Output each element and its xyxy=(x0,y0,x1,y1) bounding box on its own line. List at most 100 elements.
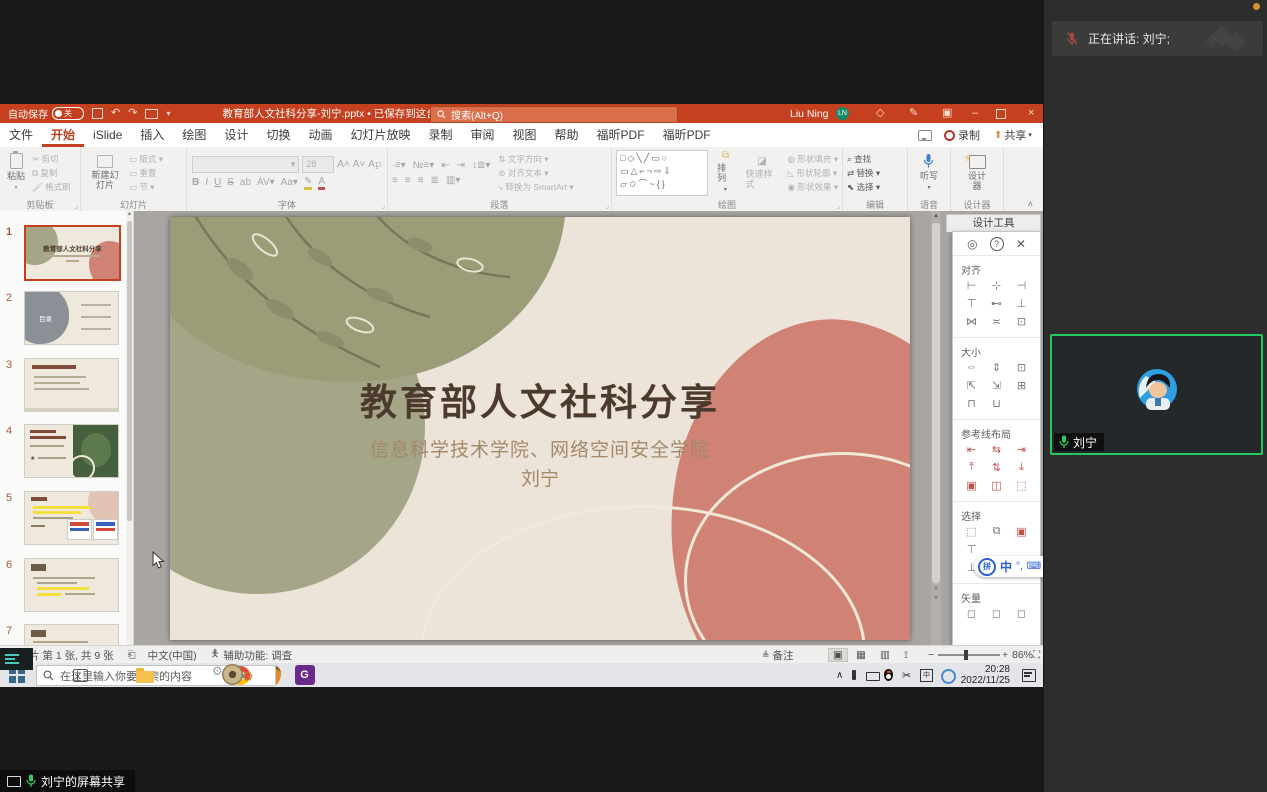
char-spacing-button[interactable]: AV▾ xyxy=(257,177,275,188)
avatar[interactable]: LN xyxy=(836,107,849,120)
tab-foxit-pdf-1[interactable]: 福昕PDF xyxy=(588,123,654,147)
normal-view-button[interactable]: ▣ xyxy=(828,648,848,662)
align-right-icon[interactable]: ⊣ xyxy=(1009,279,1034,297)
text-direction-button[interactable]: ⇅ 文字方向 ▾ xyxy=(498,153,573,165)
notification-center-icon[interactable] xyxy=(1022,669,1036,682)
screen-share-indicator[interactable]: 刘宁的屏幕共享 xyxy=(0,770,135,792)
guide-left-icon[interactable]: ⇤ xyxy=(959,443,984,461)
shrink-font-icon[interactable]: A˅ xyxy=(353,159,366,170)
select-button[interactable]: ⬉ 选择 ▾ xyxy=(847,181,880,193)
cut-button[interactable]: ✂ 剪切 xyxy=(32,153,71,165)
ribbon-display-icon[interactable]: ▣ xyxy=(942,104,952,123)
zoom-in-button[interactable]: + xyxy=(1002,649,1008,661)
participant-video-tile[interactable]: 刘宁 xyxy=(1050,334,1263,455)
select-special-icon[interactable]: ▣ xyxy=(1009,525,1034,543)
slide-6-thumbnail[interactable] xyxy=(24,558,119,612)
justify-button[interactable]: ≣ xyxy=(431,175,439,186)
find-button[interactable]: ⌕ 查找 xyxy=(847,153,880,165)
tab-home[interactable]: 开始 xyxy=(42,123,84,147)
align-left-icon[interactable]: ⊢ xyxy=(959,279,984,297)
fit-top-icon[interactable]: ⊓ xyxy=(959,397,984,415)
collapse-ribbon-icon[interactable]: ˄ xyxy=(1028,199,1033,209)
record-button[interactable]: 录制 xyxy=(944,127,980,143)
outdent-button[interactable]: ⇤ xyxy=(441,160,449,171)
language-indicator[interactable]: 中文(中国) xyxy=(148,648,197,663)
meeting-dock-icon[interactable] xyxy=(0,648,33,670)
close-button[interactable]: × xyxy=(1028,104,1034,123)
tray-scissors-icon[interactable]: ✂ xyxy=(902,669,911,682)
underline-button[interactable]: U xyxy=(214,177,221,188)
tab-record[interactable]: 录制 xyxy=(419,123,461,147)
select-copy-icon[interactable]: ⧉ xyxy=(984,525,1009,543)
gem-icon[interactable]: ◇ xyxy=(876,104,884,123)
distribute-v-icon[interactable]: ≍ xyxy=(984,315,1009,333)
slide-title[interactable]: 教育部人文社科分享 xyxy=(170,372,910,426)
distribute-h-icon[interactable]: ⋈ xyxy=(959,315,984,333)
accessibility-status[interactable]: 辅助功能: 调查 xyxy=(223,648,292,663)
zoom-out-button[interactable]: − xyxy=(928,649,934,661)
taskbar-app-goldwave[interactable]: G xyxy=(294,664,316,686)
copy-button[interactable]: ⧉ 复制 xyxy=(32,167,71,179)
indent-button[interactable]: ⇥ xyxy=(457,160,465,171)
vector-3-icon[interactable]: ◻ xyxy=(1009,607,1034,625)
tray-ime-badge[interactable]: 中 xyxy=(920,669,933,682)
vector-2-icon[interactable]: ◻ xyxy=(984,607,1009,625)
tab-animations[interactable]: 动画 xyxy=(299,123,341,147)
format-painter-button[interactable]: 🖌 格式刷 xyxy=(32,181,71,193)
align-canvas-icon[interactable]: ⊡ xyxy=(1009,315,1034,333)
grow-font-icon[interactable]: A˄ xyxy=(337,159,350,170)
ime-keyboard-icon[interactable]: ⌨ xyxy=(1027,561,1041,572)
close-panel-icon[interactable]: ✕ xyxy=(1016,237,1026,251)
slide-author[interactable]: 刘宁 xyxy=(170,464,910,491)
align-center-button[interactable]: ≡ xyxy=(405,175,411,186)
tab-review[interactable]: 审阅 xyxy=(462,123,504,147)
zoom-slider-track[interactable] xyxy=(938,654,1000,656)
align-text-button[interactable]: ⊜ 对齐文本 ▾ xyxy=(498,167,573,179)
font-name-box[interactable]: ▾ xyxy=(192,156,299,173)
zoom-slider-handle[interactable] xyxy=(964,650,968,660)
fit-to-window-icon[interactable]: ⛶ xyxy=(1033,650,1040,661)
shapes-gallery[interactable]: □◇╲╱▭○▭△⌐¬⇨⇩▱✩⌒~{} xyxy=(616,150,708,196)
tray-expand-icon[interactable]: ∧ xyxy=(836,670,843,681)
shape-outline-button[interactable]: ◺ 形状轮廓 ▾ xyxy=(788,167,838,179)
change-case-button[interactable]: Aa▾ xyxy=(281,177,298,188)
slide-2-thumbnail[interactable]: 目录 xyxy=(24,291,119,345)
scroll-up-icon[interactable]: ▲ xyxy=(931,211,941,221)
question-icon[interactable]: ? xyxy=(990,237,1004,251)
ime-logo-icon[interactable]: 拼 xyxy=(978,558,996,576)
strikethrough-button[interactable]: S xyxy=(227,177,234,188)
quick-access-chevron-icon[interactable]: ▾ xyxy=(166,104,170,123)
shape-effects-button[interactable]: ◉ 形状效果 ▾ xyxy=(788,181,838,193)
replace-button[interactable]: ⇄ 替换 ▾ xyxy=(847,167,880,179)
equal-size-icon[interactable]: ⊡ xyxy=(1009,361,1034,379)
undo-icon[interactable]: ↶ xyxy=(111,104,120,123)
designer-button[interactable]: ⚡ 设计器 xyxy=(963,155,991,191)
redo-icon[interactable]: ↷ xyxy=(128,104,137,123)
previous-slide-icon[interactable]: ˄ xyxy=(931,585,941,594)
slide-canvas[interactable]: 教育部人文社科分享 信息科学技术学院、网络空间安全学院 刘宁 xyxy=(170,217,910,640)
shape-fill-button[interactable]: ◍ 形状填充 ▾ xyxy=(788,153,838,165)
section-button[interactable]: ▭ 节 ▾ xyxy=(129,181,163,193)
columns-button[interactable]: ▥▾ xyxy=(446,175,460,186)
stretch-right-icon[interactable]: ⇲ xyxy=(984,379,1009,397)
slide-3-thumbnail[interactable] xyxy=(24,358,119,412)
bullets-button[interactable]: ∙≡▾ xyxy=(392,160,406,171)
reading-view-button[interactable]: ▥ xyxy=(880,649,890,661)
guide-margin-icon[interactable]: ⬚ xyxy=(1009,479,1034,497)
slide-5-thumbnail[interactable] xyxy=(24,491,119,545)
italic-button[interactable]: I xyxy=(205,177,208,188)
reset-button[interactable]: ▭ 重置 xyxy=(129,167,163,179)
cast-icon[interactable] xyxy=(145,109,158,119)
tab-islide[interactable]: iSlide xyxy=(84,123,131,147)
thumbnail-scrollbar[interactable]: ▲ xyxy=(126,211,133,645)
guide-bottom-icon[interactable]: ⤓ xyxy=(1009,461,1034,479)
guide-right-icon[interactable]: ⇥ xyxy=(1009,443,1034,461)
equal-height-icon[interactable]: ⇕ xyxy=(984,361,1009,379)
vector-1-icon[interactable]: ◻ xyxy=(959,607,984,625)
design-tools-tab[interactable]: 设计工具 xyxy=(946,214,1041,232)
tab-help[interactable]: 帮助 xyxy=(546,123,588,147)
ime-punctuation-icon[interactable]: °, xyxy=(1016,561,1023,572)
fill-icon[interactable]: ⊞ xyxy=(1009,379,1034,397)
autosave-toggle[interactable]: 关 xyxy=(52,107,84,120)
align-bottom-icon[interactable]: ⊥ xyxy=(1009,297,1034,315)
